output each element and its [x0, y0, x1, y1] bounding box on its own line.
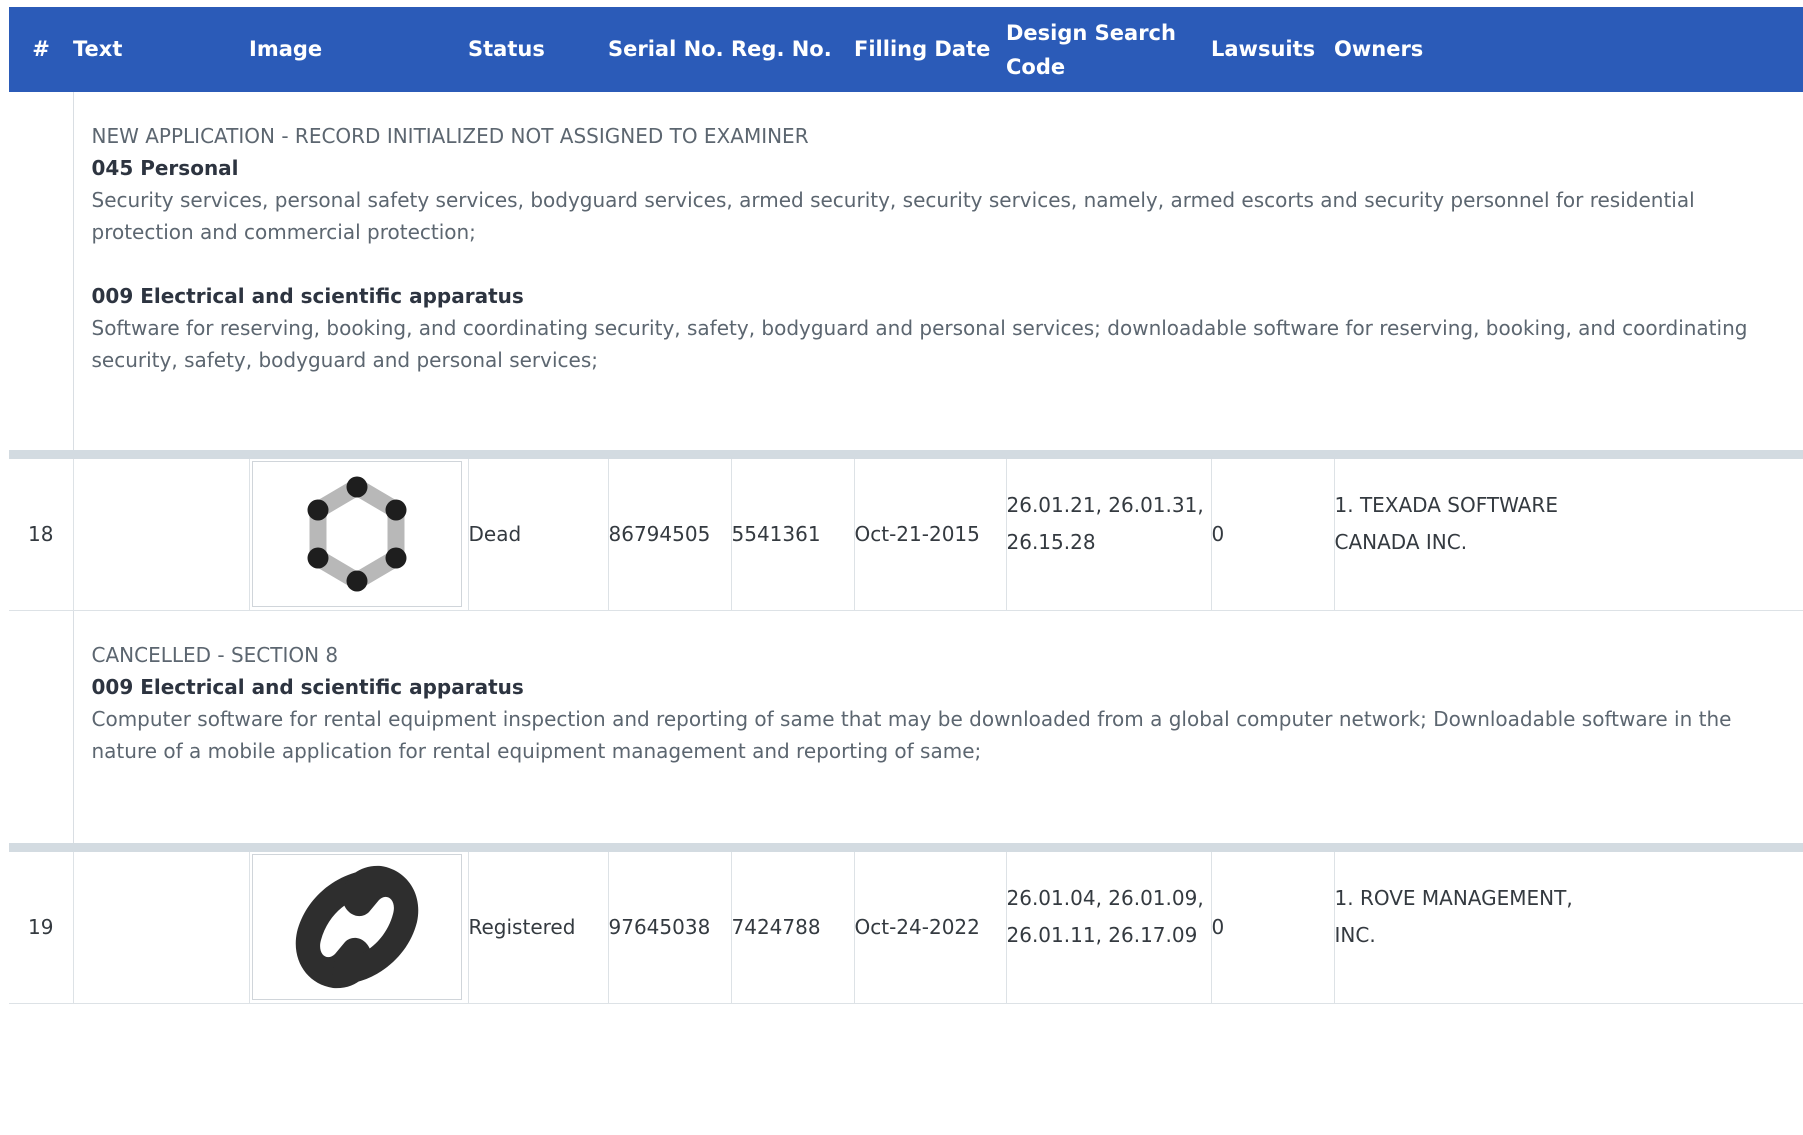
detail-gutter — [9, 92, 74, 450]
owner-line: 1. ROVE MANAGEMENT, — [1334, 886, 1573, 910]
registration-number: 5541361 — [731, 459, 855, 611]
serial-number-link[interactable]: 86794505 — [608, 459, 732, 611]
detail-status-text: CANCELLED - SECTION 8 — [91, 642, 339, 667]
owners: 1. TEXADA SOFTWARE CANADA INC. — [1334, 459, 1803, 611]
design-search-codes: 26.01.04, 26.01.09, 26.01.11, 26.17.09 — [1006, 852, 1212, 1004]
hexagon-dots-logo-icon — [307, 476, 406, 592]
trademark-results-table: # Text Image Status Serial No. Reg. No. … — [9, 7, 1803, 1004]
trademark-image[interactable] — [251, 461, 462, 608]
serial-number-link[interactable]: 97645038 — [608, 852, 732, 1004]
design-search-codes: 26.01.21, 26.01.31, 26.15.28 — [1006, 459, 1212, 611]
table-row[interactable]: 19 Registered 97645038 7424788 Oct-24-20… — [9, 852, 1803, 1004]
col-header-serial[interactable]: Serial No. — [608, 7, 731, 92]
col-header-design-code[interactable]: Design Search Code — [1006, 7, 1211, 92]
status-badge: Dead — [468, 459, 609, 611]
swirl-s-logo-icon — [295, 866, 418, 989]
col-header-text[interactable]: Text — [73, 7, 249, 92]
col-header-reg[interactable]: Reg. No. — [731, 7, 854, 92]
class-title: 009 Electrical and scientific apparatus — [91, 284, 524, 308]
detail-content: NEW APPLICATION - RECORD INITIALIZED NOT… — [73, 92, 1803, 450]
detail-row: CANCELLED - SECTION 8 009 Electrical and… — [9, 610, 1803, 843]
row-image-cell — [249, 459, 469, 611]
row-separator — [9, 450, 1803, 459]
row-image-cell — [249, 852, 469, 1004]
detail-content: CANCELLED - SECTION 8 009 Electrical and… — [73, 610, 1803, 843]
col-header-filing-date[interactable]: Filling Date — [854, 7, 1006, 92]
class-description: Software for reserving, booking, and coo… — [91, 316, 1748, 372]
row-text — [73, 852, 250, 1004]
filing-date: Oct-24-2022 — [854, 852, 1007, 1004]
col-header-image[interactable]: Image — [249, 7, 468, 92]
col-header-design-line1: Design Search — [1006, 20, 1176, 45]
col-header-owners[interactable]: Owners — [1334, 7, 1803, 92]
design-codes-line: 26.01.21, 26.01.31, — [1006, 493, 1204, 517]
table-row[interactable]: 18 Dead 86794505 5541361 Oct-21-2015 26.… — [9, 459, 1803, 611]
design-codes-line: 26.01.11, 26.17.09 — [1006, 923, 1198, 947]
row-text — [73, 459, 250, 611]
class-title: 045 Personal — [91, 156, 239, 180]
owner-line: INC. — [1334, 923, 1376, 947]
trademark-results-frame: # Text Image Status Serial No. Reg. No. … — [9, 7, 1803, 1135]
class-description: Computer software for rental equipment i… — [91, 706, 1732, 763]
lawsuits-link[interactable]: 0 — [1211, 459, 1335, 611]
registration-number: 7424788 — [731, 852, 855, 1004]
class-description: Security services, personal safety servi… — [91, 188, 1695, 244]
col-header-status[interactable]: Status — [468, 7, 608, 92]
status-badge: Registered — [468, 852, 609, 1004]
detail-status-text: NEW APPLICATION - RECORD INITIALIZED NOT… — [91, 124, 809, 148]
col-header-number[interactable]: # — [9, 7, 73, 92]
detail-gutter — [9, 610, 74, 843]
table-header-row: # Text Image Status Serial No. Reg. No. … — [9, 7, 1803, 92]
col-header-lawsuits[interactable]: Lawsuits — [1211, 7, 1334, 92]
row-separator — [9, 843, 1803, 852]
row-number: 18 — [9, 459, 74, 611]
detail-row: NEW APPLICATION - RECORD INITIALIZED NOT… — [9, 92, 1803, 450]
lawsuits-link[interactable]: 0 — [1211, 852, 1335, 1004]
filing-date: Oct-21-2015 — [854, 459, 1007, 611]
owners: 1. ROVE MANAGEMENT, INC. — [1334, 852, 1803, 1004]
row-number: 19 — [9, 852, 74, 1004]
design-codes-line: 26.01.04, 26.01.09, — [1006, 886, 1204, 910]
owner-line: CANADA INC. — [1334, 530, 1468, 554]
col-header-design-line2: Code — [1006, 54, 1066, 79]
trademark-image[interactable] — [251, 854, 462, 1001]
class-title: 009 Electrical and scientific apparatus — [91, 674, 524, 699]
owner-line: 1. TEXADA SOFTWARE — [1334, 493, 1558, 517]
design-codes-line: 26.15.28 — [1006, 530, 1096, 554]
